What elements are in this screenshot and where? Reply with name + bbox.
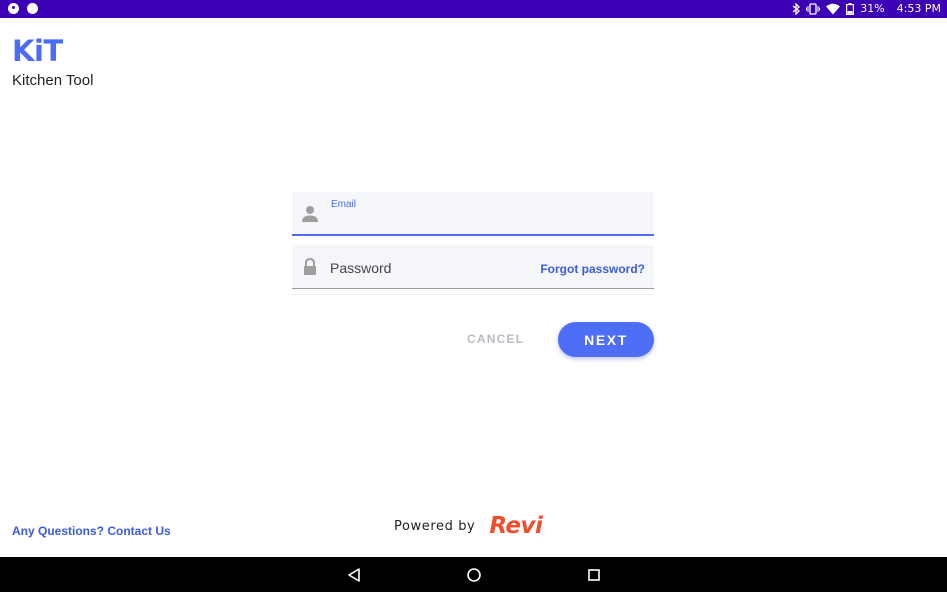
forgot-password-link[interactable]: Forgot password? [540, 262, 645, 276]
email-label: Email [331, 199, 357, 210]
wifi-icon [826, 3, 841, 15]
location-pin-icon [8, 3, 19, 14]
status-time: 4:53 PM [896, 2, 941, 15]
app-branding: KiT Kitchen Tool [12, 36, 93, 89]
battery-percent: 31% [860, 2, 885, 15]
lock-icon [302, 257, 318, 276]
password-field[interactable]: Password Forgot password? [292, 245, 654, 289]
login-form: Email Password Forgot password? [292, 192, 654, 295]
app-subtitle: Kitchen Tool [12, 72, 94, 89]
contact-us-link[interactable]: Any Questions? Contact Us [12, 524, 171, 538]
status-left [8, 3, 38, 14]
status-bar: 31% 4:53 PM [0, 0, 947, 18]
cancel-button[interactable]: CANCEL [467, 332, 524, 346]
back-icon[interactable] [345, 566, 363, 584]
battery-icon [846, 2, 855, 15]
form-actions: CANCEL NEXT [292, 322, 654, 358]
email-input[interactable] [330, 212, 640, 232]
person-icon [302, 205, 318, 223]
powered-by-text: Powered by [394, 518, 476, 534]
notification-dot-icon [27, 3, 38, 14]
status-right: 31% 4:53 PM [792, 2, 941, 15]
vibrate-icon [806, 2, 821, 15]
password-placeholder: Password [330, 260, 392, 276]
next-button[interactable]: NEXT [558, 322, 654, 357]
home-icon[interactable] [465, 566, 483, 584]
app-logo: KiT [12, 34, 63, 68]
recents-icon[interactable] [585, 566, 603, 584]
form-divider [292, 289, 654, 295]
bluetooth-icon [792, 2, 801, 15]
powered-by: Powered by Revi [394, 513, 543, 539]
navigation-bar [0, 557, 947, 592]
revi-logo: Revi [489, 513, 543, 539]
email-field[interactable]: Email [292, 192, 654, 236]
